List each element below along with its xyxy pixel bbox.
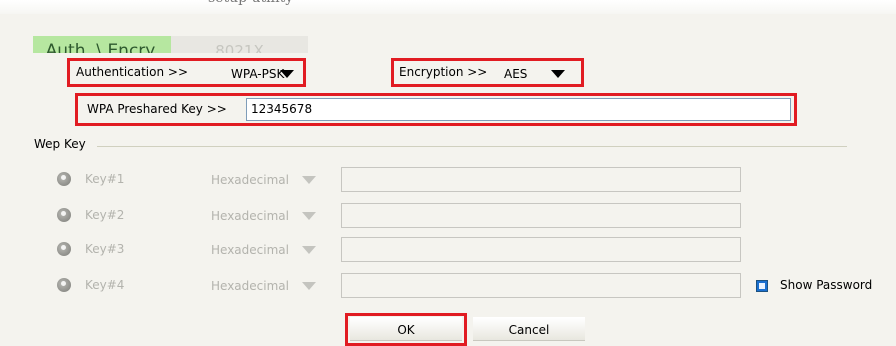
- chevron-down-icon: [302, 212, 316, 220]
- key2-format[interactable]: Hexadecimal: [211, 209, 289, 223]
- ok-button[interactable]: OK: [350, 317, 462, 341]
- encryption-value: AES: [504, 67, 528, 81]
- key1-format[interactable]: Hexadecimal: [211, 173, 289, 187]
- chevron-down-icon: [280, 70, 294, 78]
- authentication-label: Authentication >>: [76, 65, 189, 79]
- clipped-heading: setup utility: [208, 0, 348, 8]
- key3-format[interactable]: Hexadecimal: [211, 243, 289, 257]
- key4-input[interactable]: [341, 273, 741, 298]
- key4-format[interactable]: Hexadecimal: [211, 279, 289, 293]
- wep-group-divider: [97, 146, 847, 147]
- key3-label: Key#3: [85, 242, 125, 256]
- top-strip: setup utility: [0, 0, 896, 14]
- key4-radio[interactable]: [57, 278, 71, 292]
- key2-radio[interactable]: [57, 208, 71, 222]
- key1-input[interactable]: [341, 167, 741, 192]
- psk-label: WPA Preshared Key >>: [87, 102, 227, 116]
- show-password-checkbox[interactable]: [756, 280, 768, 292]
- key3-input[interactable]: [341, 237, 741, 262]
- key4-label: Key#4: [85, 278, 125, 292]
- key3-radio[interactable]: [57, 242, 71, 256]
- cancel-button[interactable]: Cancel: [473, 317, 585, 341]
- chevron-down-icon: [302, 176, 316, 184]
- chevron-down-icon: [551, 70, 565, 78]
- chevron-down-icon: [302, 282, 316, 290]
- key2-label: Key#2: [85, 208, 125, 222]
- encryption-label: Encryption >>: [399, 65, 488, 79]
- key1-radio[interactable]: [57, 172, 71, 186]
- key1-label: Key#1: [85, 172, 125, 186]
- tab-content: Authentication >> WPA-PSK Encryption >> …: [0, 53, 896, 346]
- show-password-label: Show Password: [780, 278, 873, 292]
- psk-input[interactable]: 12345678: [246, 98, 791, 121]
- authentication-value: WPA-PSK: [231, 67, 285, 81]
- key2-input[interactable]: [341, 203, 741, 228]
- wep-group-label: Wep Key: [34, 137, 86, 151]
- encryption-select[interactable]: AES: [492, 61, 580, 85]
- chevron-down-icon: [302, 246, 316, 254]
- authentication-select[interactable]: WPA-PSK: [217, 61, 302, 85]
